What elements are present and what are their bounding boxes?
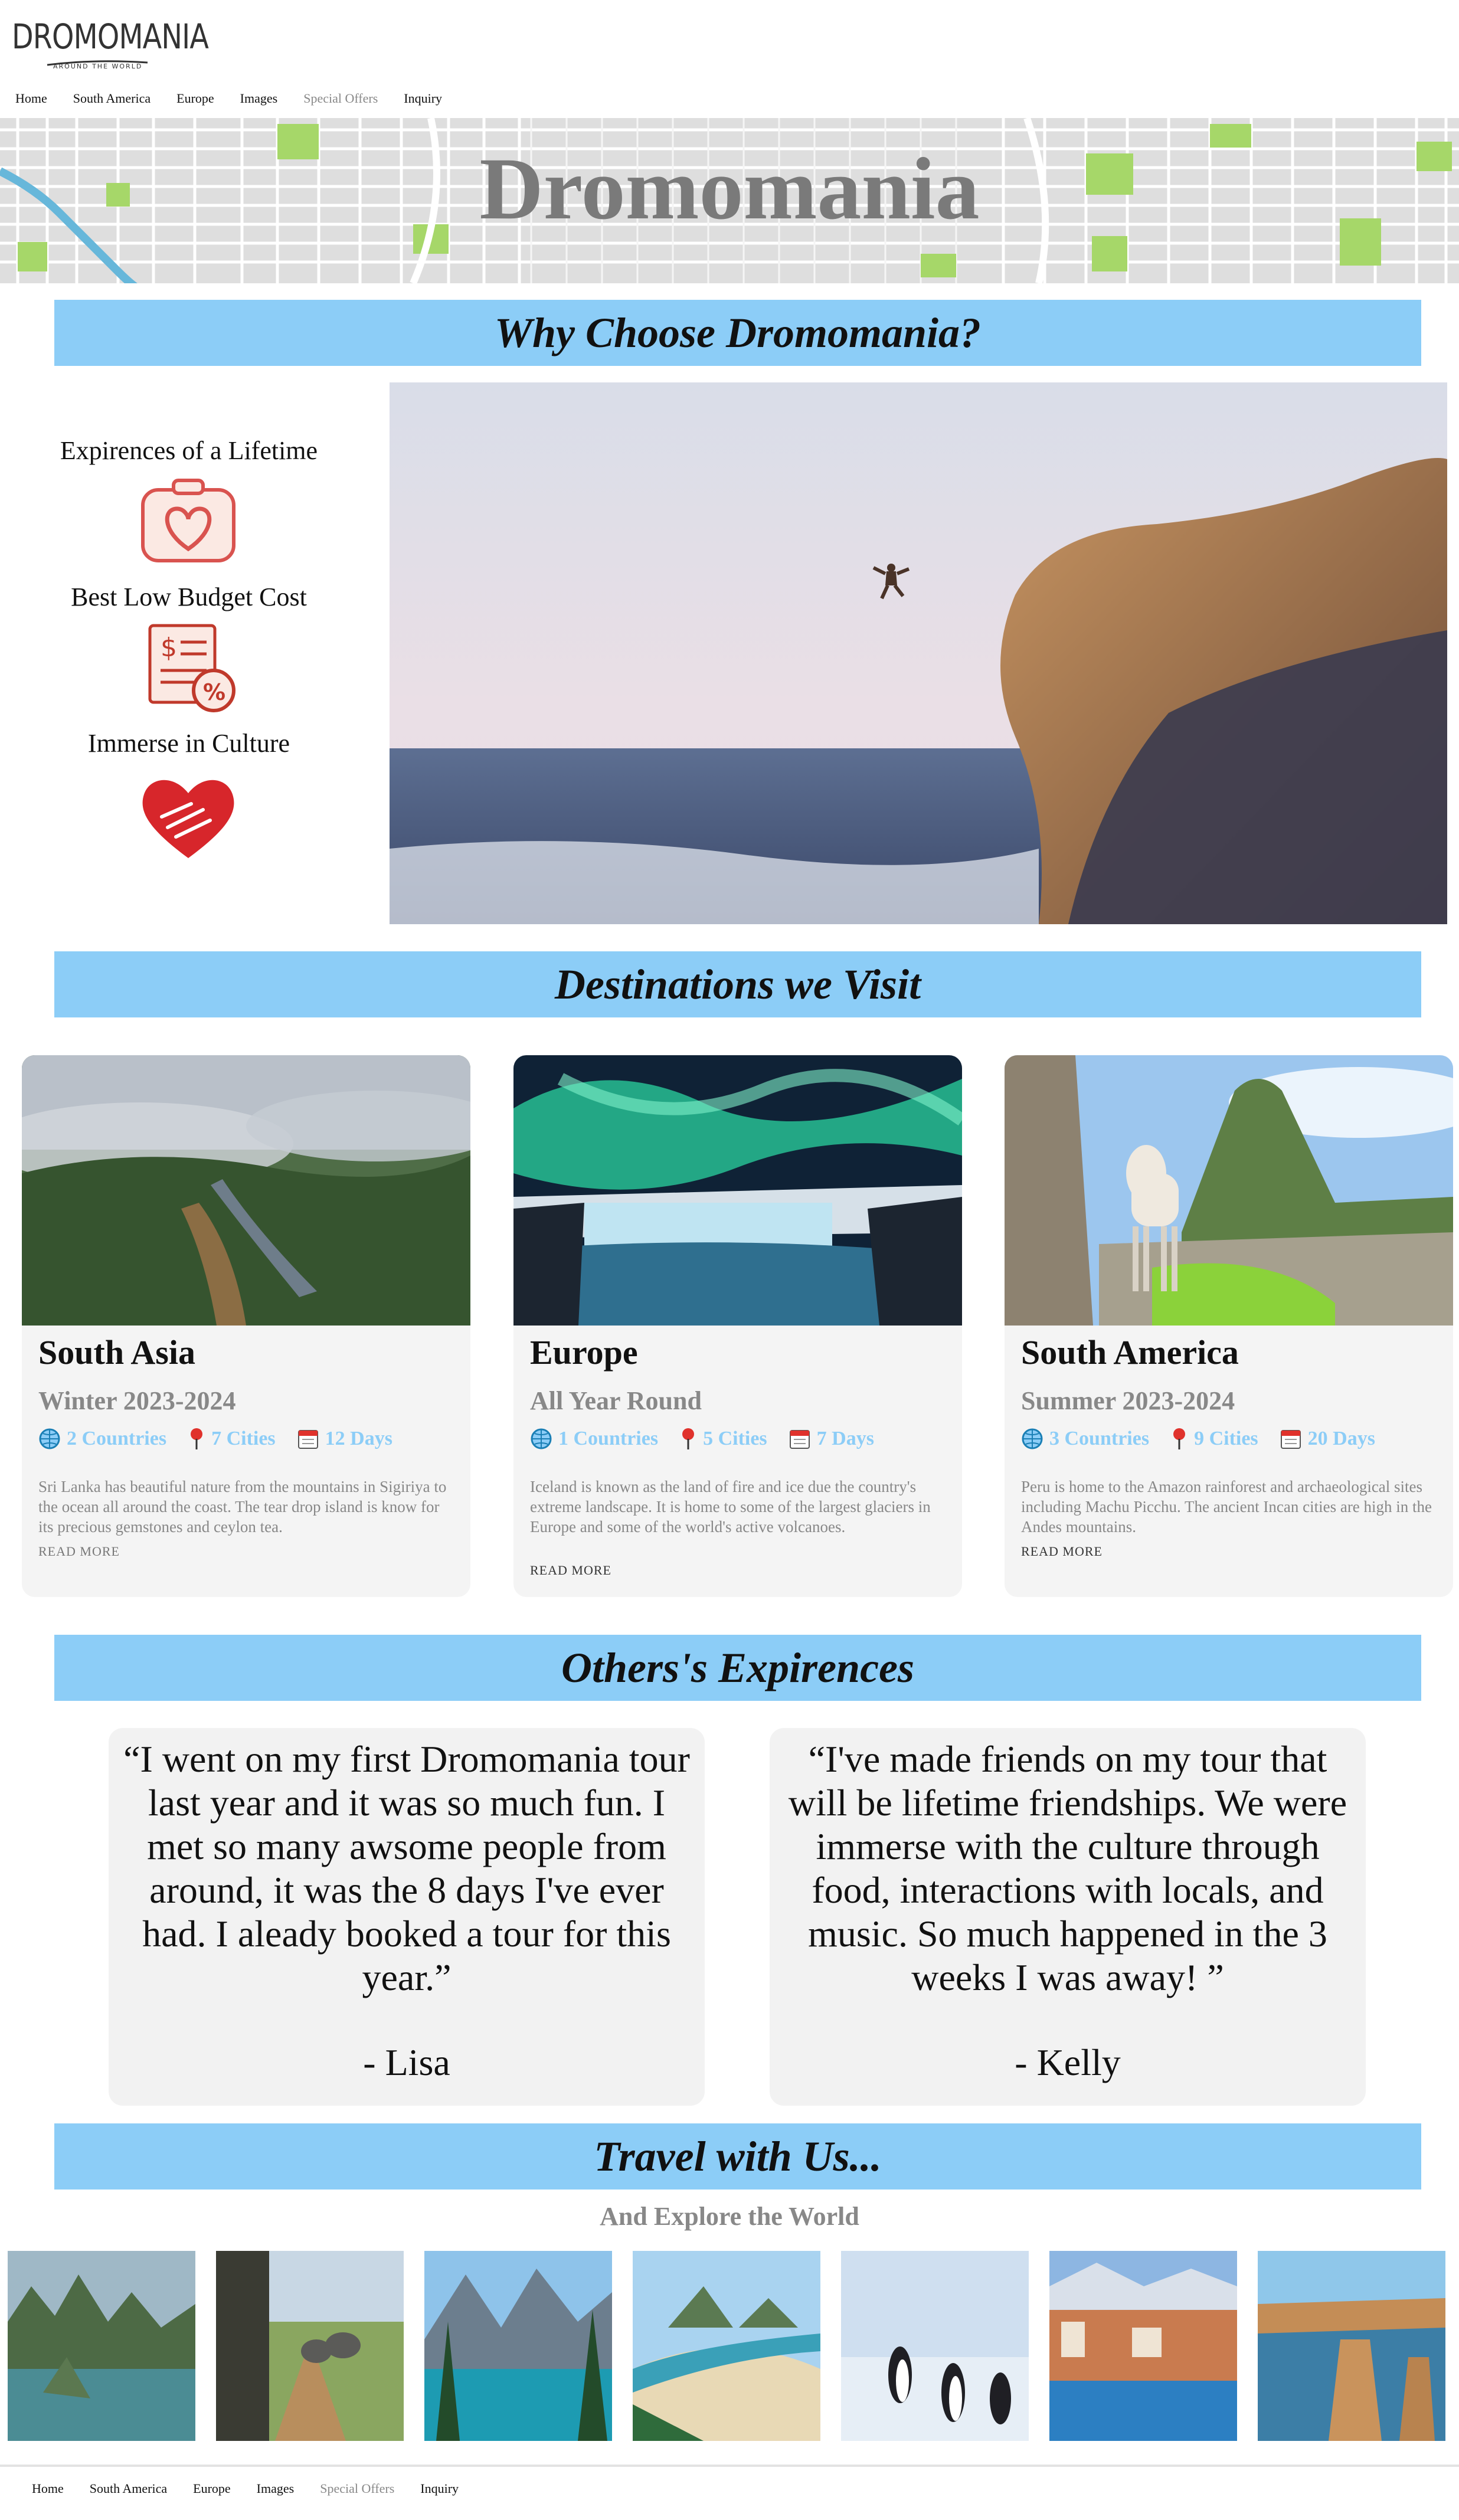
card-description: Sri Lanka has beautiful nature from the … (38, 1478, 447, 1536)
testimonial-card-kelly: “I've made friends on my tour that will … (770, 1728, 1366, 2106)
camera-heart-icon (141, 479, 235, 562)
globe-icon (1022, 1428, 1043, 1449)
travel-subheading: And Explore the World (600, 2202, 859, 2231)
aurora-waterfall-photo (513, 1055, 962, 1326)
footer-nav-europe[interactable]: Europe (193, 2479, 231, 2499)
card-title: South America (1021, 1333, 1239, 1372)
card-stats: 3 Countries 9 Cities 20 Days (1021, 1426, 1396, 1452)
globe-icon (531, 1428, 552, 1449)
testimonial-card-lisa: “I went on my first Dromomania tour last… (109, 1728, 705, 2106)
globe-icon (39, 1428, 60, 1449)
train-bridge-photo (22, 1055, 470, 1326)
footer-nav-images[interactable]: Images (257, 2479, 295, 2499)
svg-text:%: % (203, 679, 225, 705)
pin-icon (1173, 1428, 1186, 1449)
countries-count: 3 Countries (1049, 1428, 1150, 1449)
pin-icon (682, 1428, 695, 1449)
destination-card-south-asia[interactable]: South Asia Winter 2023-2024 2 Countries … (22, 1055, 470, 1597)
top-nav: Home South America Europe Images Special… (15, 89, 468, 109)
card-stats: 2 Countries 7 Cities 12 Days (38, 1426, 414, 1452)
cliff-jump-photo (390, 382, 1447, 924)
footer-nav: Home South America Europe Images Special… (32, 2479, 485, 2499)
feature-label-budget: Best Low Budget Cost (71, 582, 307, 611)
testimonial-quote: “I went on my first Dromomania tour last… (123, 1738, 690, 1998)
logo-tagline: AROUND THE WORLD (53, 63, 143, 70)
hands-heart-icon (142, 780, 234, 858)
cities-count: 7 Cities (211, 1428, 276, 1449)
svg-text:$: $ (161, 633, 177, 663)
days-count: 12 Days (325, 1428, 392, 1449)
nav-home[interactable]: Home (15, 89, 47, 109)
discount-receipt-icon: $ % (148, 624, 235, 712)
card-season: All Year Round (530, 1386, 702, 1415)
testimonial-author: - Kelly (1015, 2041, 1121, 2083)
card-season: Summer 2023-2024 (1021, 1386, 1235, 1415)
calendar-icon (789, 1430, 810, 1449)
gallery-photo-mountain-lake[interactable] (424, 2251, 612, 2441)
testimonial-quote: “I've made friends on my tour that will … (788, 1738, 1347, 1998)
nav-images[interactable]: Images (240, 89, 278, 109)
gallery-photo-harbor-town[interactable] (1049, 2251, 1237, 2441)
travel-heading: Travel with Us... (54, 2123, 1421, 2190)
read-more-link[interactable]: READ MORE (530, 1563, 611, 1578)
feature-label-lifetime: Expirences of a Lifetime (60, 436, 318, 465)
card-description: Iceland is known as the land of fire and… (530, 1478, 931, 1536)
dromomania-logo[interactable]: DROMOMANIA AROUND THE WORLD (12, 17, 209, 73)
cities-count: 5 Cities (703, 1428, 767, 1449)
gallery-photo-elephants[interactable] (216, 2251, 404, 2441)
gallery-photo-beach-city[interactable] (633, 2251, 820, 2441)
photo-gallery (8, 2251, 1459, 2441)
card-title: Europe (530, 1333, 638, 1372)
footer-divider (0, 2465, 1459, 2467)
hero-map-banner: Dromomania (0, 118, 1459, 283)
read-more-link[interactable]: READ MORE (38, 1544, 120, 1559)
cities-count: 9 Cities (1194, 1428, 1258, 1449)
pin-icon (191, 1428, 203, 1449)
destination-card-south-america[interactable]: South America Summer 2023-2024 3 Countri… (1005, 1055, 1453, 1597)
calendar-icon (1280, 1430, 1301, 1449)
gallery-photo-bay[interactable] (8, 2251, 195, 2441)
testimonials-heading: Others's Expirences (54, 1635, 1421, 1701)
footer-nav-special-offers[interactable]: Special Offers (320, 2479, 394, 2499)
countries-count: 1 Countries (558, 1428, 659, 1449)
nav-south-america[interactable]: South America (73, 89, 151, 109)
card-season: Winter 2023-2024 (38, 1386, 236, 1415)
days-count: 20 Days (1307, 1428, 1375, 1449)
card-description: Peru is home to the Amazon rainforest an… (1021, 1478, 1432, 1536)
destinations-heading: Destinations we Visit (54, 951, 1421, 1017)
why-choose-heading: Why Choose Dromomania? (54, 300, 1421, 366)
days-count: 7 Days (816, 1428, 874, 1449)
card-stats: 1 Countries 5 Cities 7 Days (530, 1426, 895, 1452)
nav-inquiry[interactable]: Inquiry (404, 89, 442, 109)
card-title: South Asia (38, 1333, 195, 1372)
footer-nav-home[interactable]: Home (32, 2479, 64, 2499)
countries-count: 2 Countries (67, 1428, 167, 1449)
nav-europe[interactable]: Europe (176, 89, 214, 109)
footer-nav-inquiry[interactable]: Inquiry (420, 2479, 459, 2499)
gallery-photo-sea-stacks[interactable] (1258, 2251, 1445, 2441)
hero-title: Dromomania (479, 140, 980, 238)
nav-special-offers[interactable]: Special Offers (303, 89, 378, 109)
calendar-icon (297, 1430, 318, 1449)
testimonial-author: - Lisa (363, 2041, 450, 2083)
machu-picchu-llama-photo (1005, 1055, 1453, 1326)
logo-name: DROMOMANIA (12, 17, 209, 57)
read-more-link[interactable]: READ MORE (1021, 1544, 1103, 1559)
gallery-photo-penguins[interactable] (841, 2251, 1029, 2441)
destination-card-europe[interactable]: Europe All Year Round 1 Countries 5 Citi… (513, 1055, 962, 1597)
footer-nav-south-america[interactable]: South America (90, 2479, 167, 2499)
feature-label-culture: Immerse in Culture (87, 729, 290, 758)
